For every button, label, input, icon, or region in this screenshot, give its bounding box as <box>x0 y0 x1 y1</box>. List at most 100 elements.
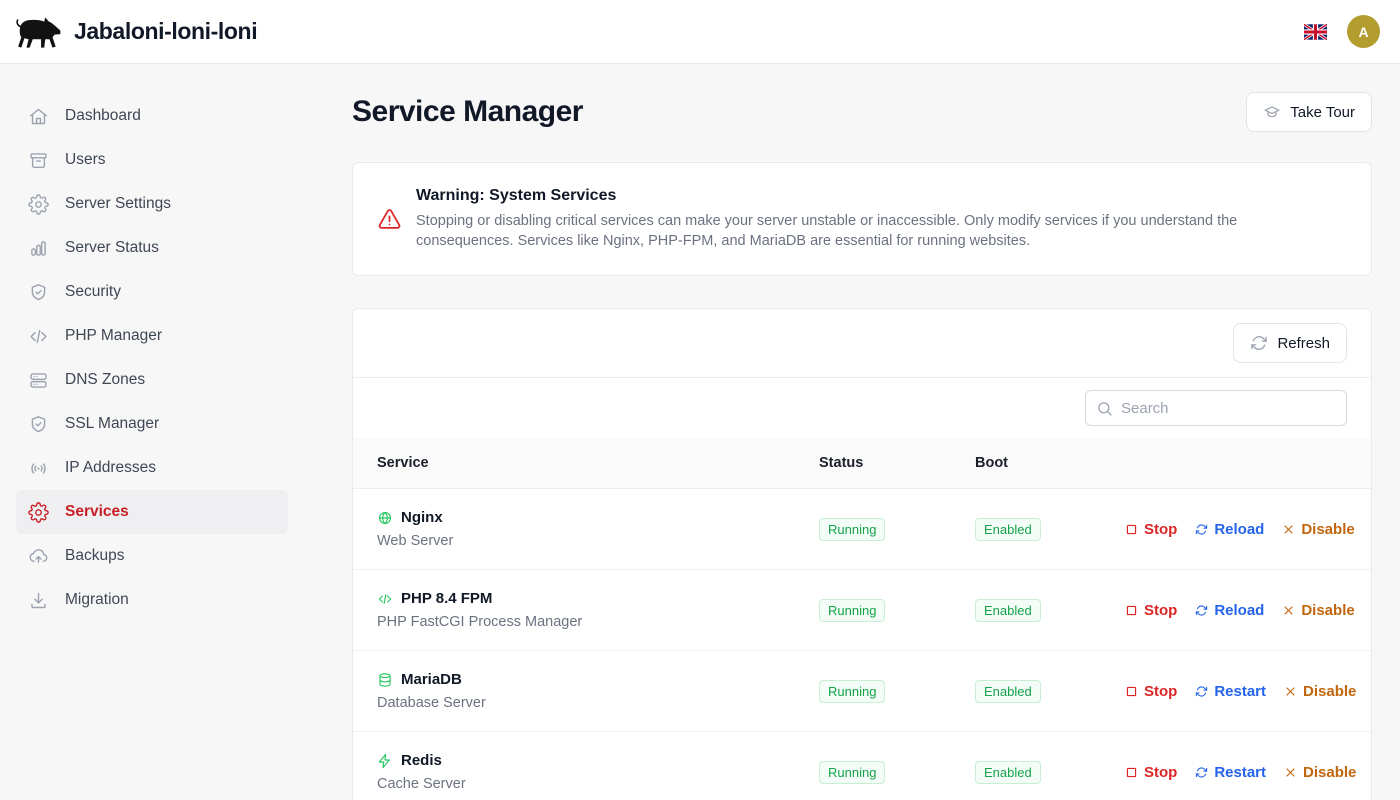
refresh-icon <box>1195 604 1208 617</box>
status-badge: Running <box>819 599 885 622</box>
refresh-button[interactable]: Refresh <box>1233 323 1347 363</box>
stop-icon <box>1125 604 1138 617</box>
home-icon <box>28 106 49 127</box>
service-name: Redis <box>401 752 442 769</box>
status-badge: Running <box>819 518 885 541</box>
restart-action-button[interactable]: Restart <box>1195 683 1266 700</box>
sidebar-item-php-manager[interactable]: PHP Manager <box>16 314 288 358</box>
x-icon <box>1282 523 1295 536</box>
shield-check-icon <box>28 414 49 435</box>
warning-body: Stopping or disabling critical services … <box>416 211 1276 251</box>
warning-banner: Warning: System Services Stopping or dis… <box>352 162 1372 276</box>
status-badge: Running <box>819 680 885 703</box>
disable-action-button[interactable]: Disable <box>1282 521 1354 538</box>
gear-icon <box>28 502 49 523</box>
search-input[interactable] <box>1121 400 1336 417</box>
sidebar-item-dns-zones[interactable]: DNS Zones <box>16 358 288 402</box>
services-panel: Refresh Service Status Boot <box>352 308 1372 800</box>
graduation-cap-icon <box>1263 103 1281 121</box>
service-cell: PHP 8.4 FPM PHP FastCGI Process Manager <box>377 590 819 630</box>
refresh-icon <box>1195 685 1208 698</box>
x-icon <box>1282 604 1295 617</box>
download-tray-icon <box>28 590 49 611</box>
service-description: Cache Server <box>377 776 819 792</box>
x-icon <box>1284 766 1297 779</box>
column-status: Status <box>819 455 975 471</box>
column-service: Service <box>377 455 819 471</box>
sidebar-item-security[interactable]: Security <box>16 270 288 314</box>
sidebar-nav: Dashboard Users Server Settings Server S… <box>0 64 304 800</box>
stop-icon <box>1125 685 1138 698</box>
stop-icon <box>1125 766 1138 779</box>
sidebar-item-ssl-manager[interactable]: SSL Manager <box>16 402 288 446</box>
service-cell: Redis Cache Server <box>377 752 819 792</box>
reload-action-button[interactable]: Reload <box>1195 602 1264 619</box>
sidebar-item-dashboard[interactable]: Dashboard <box>16 94 288 138</box>
service-description: Database Server <box>377 695 819 711</box>
reload-action-button[interactable]: Reload <box>1195 521 1264 538</box>
gear-icon <box>28 194 49 215</box>
shield-check-icon <box>28 282 49 303</box>
boar-logo-icon <box>14 13 64 51</box>
service-name: MariaDB <box>401 671 462 688</box>
service-cell: Nginx Web Server <box>377 509 819 549</box>
stop-action-button[interactable]: Stop <box>1125 521 1177 538</box>
sidebar-item-migration[interactable]: Migration <box>16 578 288 622</box>
uk-flag-icon[interactable] <box>1304 24 1327 40</box>
globe-icon <box>377 510 393 526</box>
take-tour-button[interactable]: Take Tour <box>1246 92 1372 132</box>
search-icon <box>1096 400 1113 417</box>
service-name: Nginx <box>401 509 443 526</box>
disable-action-button[interactable]: Disable <box>1284 683 1356 700</box>
table-row: Redis Cache Server Running Enabled Stop … <box>353 732 1371 800</box>
refresh-icon <box>1250 334 1268 352</box>
service-description: Web Server <box>377 533 819 549</box>
refresh-icon <box>1195 766 1208 779</box>
boot-badge: Enabled <box>975 518 1041 541</box>
main-content: Service Manager Take Tour Warnin <box>304 64 1400 800</box>
service-cell: MariaDB Database Server <box>377 671 819 711</box>
row-actions: Stop Restart Disable <box>1125 683 1356 700</box>
stop-icon <box>1125 523 1138 536</box>
services-table-body: Nginx Web Server Running Enabled Stop Re… <box>353 489 1371 800</box>
sidebar-item-server-settings[interactable]: Server Settings <box>16 182 288 226</box>
cloud-upload-icon <box>28 546 49 567</box>
x-icon <box>1284 685 1297 698</box>
warning-title: Warning: System Services <box>416 187 1276 205</box>
user-avatar[interactable]: A <box>1347 15 1380 48</box>
sidebar-item-users[interactable]: Users <box>16 138 288 182</box>
stop-action-button[interactable]: Stop <box>1125 764 1177 781</box>
refresh-icon <box>1195 523 1208 536</box>
status-badge: Running <box>819 761 885 784</box>
search-box <box>1085 390 1347 426</box>
code-icon <box>377 591 393 607</box>
restart-action-button[interactable]: Restart <box>1195 764 1266 781</box>
stop-action-button[interactable]: Stop <box>1125 683 1177 700</box>
server-stack-icon <box>28 370 49 391</box>
sidebar-item-server-status[interactable]: Server Status <box>16 226 288 270</box>
sidebar-item-ip-addresses[interactable]: IP Addresses <box>16 446 288 490</box>
sidebar-item-services[interactable]: Services <box>16 490 288 534</box>
bolt-icon <box>377 753 393 769</box>
service-name: PHP 8.4 FPM <box>401 590 492 607</box>
database-icon <box>377 672 393 688</box>
table-row: PHP 8.4 FPM PHP FastCGI Process Manager … <box>353 570 1371 651</box>
bar-chart-icon <box>28 238 49 259</box>
refresh-label: Refresh <box>1277 335 1330 352</box>
boot-badge: Enabled <box>975 761 1041 784</box>
disable-action-button[interactable]: Disable <box>1284 764 1356 781</box>
row-actions: Stop Reload Disable <box>1125 602 1355 619</box>
table-row: MariaDB Database Server Running Enabled … <box>353 651 1371 732</box>
service-description: PHP FastCGI Process Manager <box>377 614 819 630</box>
code-icon <box>28 326 49 347</box>
column-boot: Boot <box>975 455 1125 471</box>
brand-title: Jabaloni-loni-loni <box>74 18 257 45</box>
brand[interactable]: Jabaloni-loni-loni <box>14 13 257 51</box>
radio-waves-icon <box>28 458 49 479</box>
row-actions: Stop Restart Disable <box>1125 764 1356 781</box>
stop-action-button[interactable]: Stop <box>1125 602 1177 619</box>
sidebar-item-backups[interactable]: Backups <box>16 534 288 578</box>
disable-action-button[interactable]: Disable <box>1282 602 1354 619</box>
warning-triangle-icon <box>377 207 402 232</box>
table-header: Service Status Boot <box>353 438 1371 489</box>
